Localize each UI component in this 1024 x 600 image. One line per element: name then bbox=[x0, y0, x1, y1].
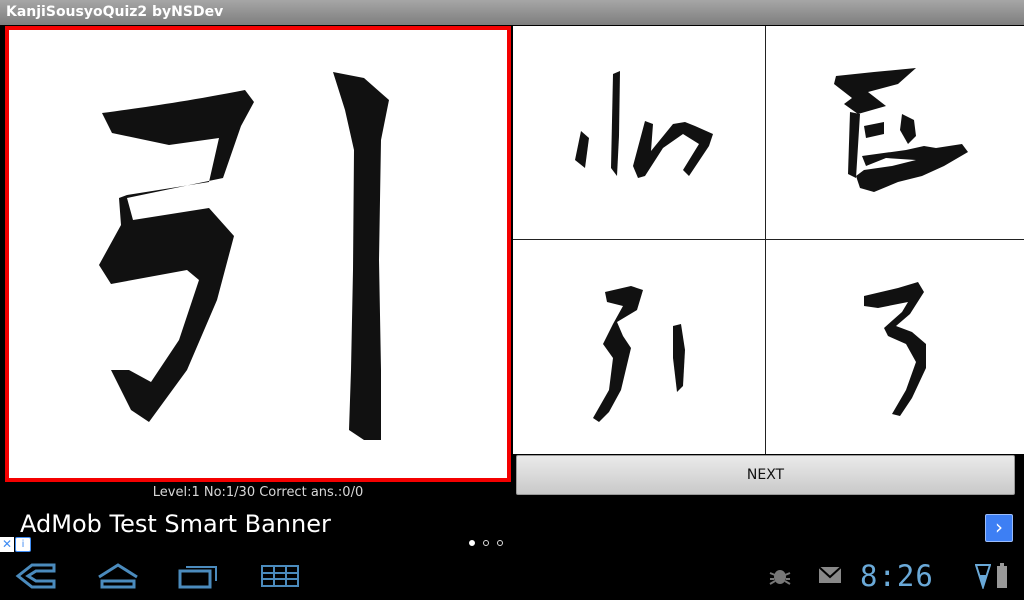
ad-title[interactable]: AdMob Test Smart Banner bbox=[20, 509, 331, 539]
system-navbar: 8:26 bbox=[0, 553, 1024, 600]
question-kanji-glyph bbox=[99, 72, 389, 440]
battery-icon bbox=[997, 563, 1007, 588]
question-kanji-panel bbox=[5, 26, 511, 482]
choice-2[interactable] bbox=[766, 26, 1024, 239]
ad-pager-dot-3 bbox=[497, 540, 503, 546]
choice-grid bbox=[513, 26, 1024, 454]
choice-3[interactable] bbox=[513, 240, 765, 454]
grid-divider-vertical bbox=[765, 26, 766, 454]
gmail-icon bbox=[818, 566, 842, 583]
choice-3-glyph bbox=[593, 286, 685, 422]
ad-open-arrow-icon[interactable]: › bbox=[985, 514, 1013, 542]
home-icon[interactable] bbox=[96, 561, 140, 591]
grid-divider-horizontal bbox=[513, 239, 1024, 240]
choice-4[interactable] bbox=[766, 240, 1024, 454]
screenshot-icon[interactable] bbox=[258, 561, 302, 591]
clock: 8:26 bbox=[860, 559, 934, 593]
ad-pager bbox=[469, 540, 511, 550]
app-title: KanjiSousyoQuiz2 byNSDev bbox=[6, 4, 224, 20]
signal-icon bbox=[975, 564, 991, 589]
ad-pager-dot-2 bbox=[483, 540, 489, 546]
choice-1-glyph bbox=[575, 71, 713, 178]
choice-2-glyph bbox=[834, 68, 968, 192]
app-title-bar: KanjiSousyoQuiz2 byNSDev bbox=[0, 0, 1024, 25]
ad-close-icon[interactable]: ✕ bbox=[0, 537, 14, 552]
quiz-status: Level:1 No:1/30 Correct ans.:0/0 bbox=[152, 485, 364, 500]
next-button[interactable]: NEXT bbox=[516, 455, 1015, 495]
ad-banner[interactable]: AdMob Test Smart Banner › ✕ i bbox=[0, 503, 1024, 553]
choice-1[interactable] bbox=[513, 26, 765, 239]
debug-icon bbox=[769, 570, 791, 585]
choice-4-glyph bbox=[864, 282, 926, 416]
back-icon[interactable] bbox=[14, 561, 58, 591]
ad-info-icon[interactable]: i bbox=[15, 537, 31, 552]
ad-pager-dot-1 bbox=[469, 540, 475, 546]
recent-apps-icon[interactable] bbox=[176, 561, 220, 591]
